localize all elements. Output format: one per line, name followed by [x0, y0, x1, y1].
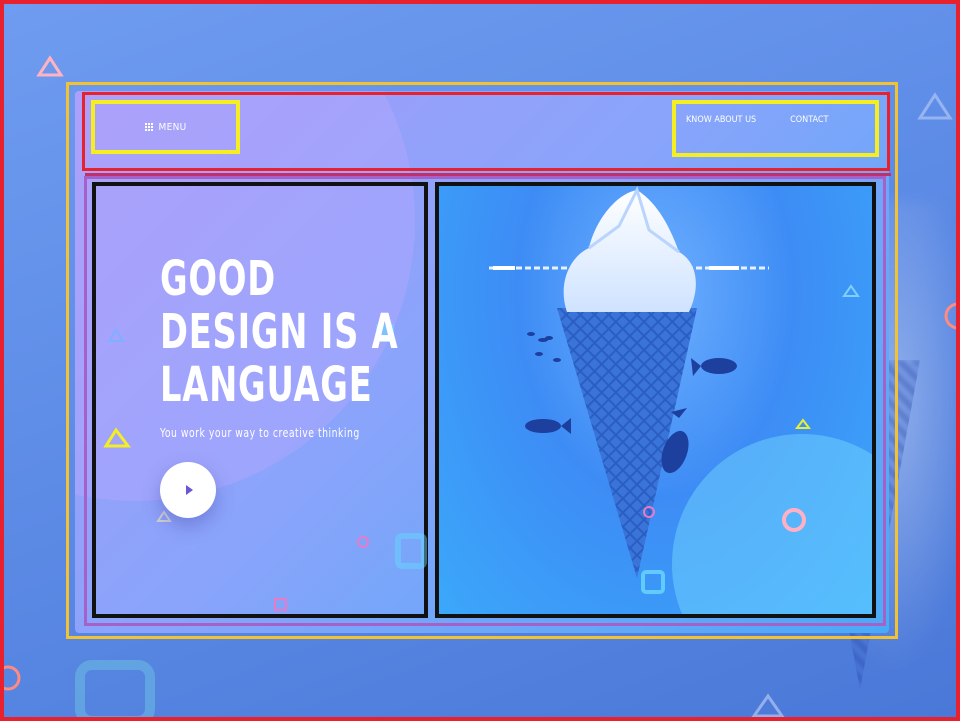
- menu-label: MENU: [158, 121, 187, 133]
- hero-subheading: You work your way to creative thinking: [160, 426, 360, 440]
- headline-line: DESIGN IS A: [160, 304, 399, 360]
- triangle-decoration: [103, 427, 131, 448]
- play-icon: [186, 485, 193, 495]
- headline-line: GOOD: [160, 251, 276, 307]
- headline-line: LANGUAGE: [160, 357, 373, 413]
- nav-link-know-about-us[interactable]: KNOW ABOUT US: [686, 115, 756, 125]
- triangle-decoration: [107, 328, 125, 342]
- hero-headline: GOOD DESIGN IS A LANGUAGE: [160, 251, 399, 413]
- circle-decoration: [357, 536, 369, 548]
- nav-link-contact[interactable]: CONTACT: [790, 115, 828, 125]
- top-navigation: KNOW ABOUT US CONTACT: [672, 100, 879, 157]
- triangle-decoration: [156, 510, 172, 522]
- square-decoration: [395, 533, 427, 569]
- play-button[interactable]: [160, 462, 216, 518]
- menu-button[interactable]: MENU: [91, 100, 240, 154]
- square-decoration: [274, 598, 287, 611]
- grid-menu-icon: [144, 123, 153, 131]
